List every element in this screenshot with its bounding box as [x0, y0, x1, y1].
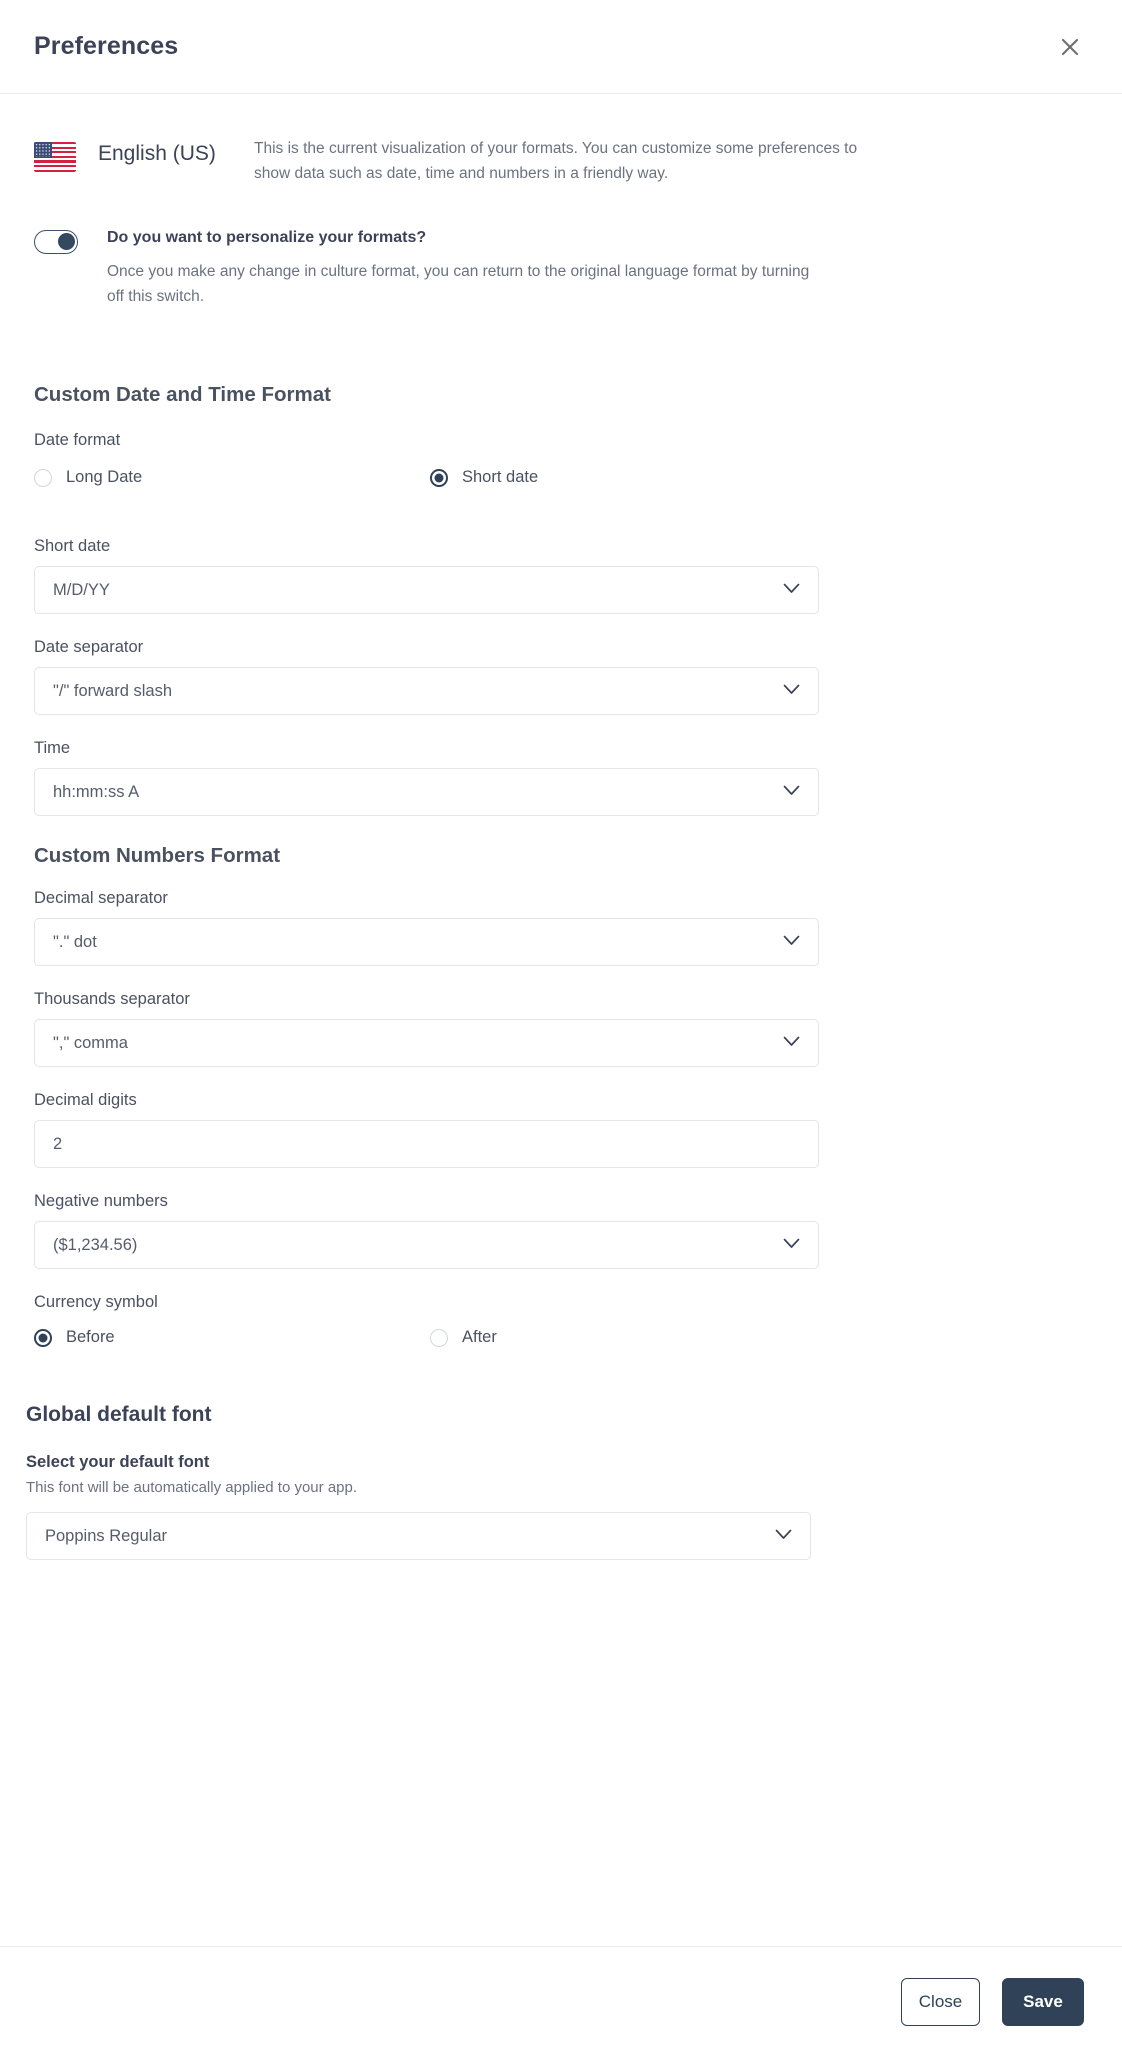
radio-label: Short date: [462, 468, 539, 486]
chevron-down-icon: [783, 682, 800, 700]
default-font-value: Poppins Regular: [45, 1526, 167, 1545]
page-title: Preferences: [34, 32, 179, 60]
chevron-down-icon: [775, 1527, 792, 1545]
label-select-default-font: Select your default font: [26, 1453, 210, 1471]
personalize-formats-toggle[interactable]: [34, 230, 78, 254]
time-select[interactable]: hh:mm:ss A: [34, 768, 819, 816]
date-separator-value: "/" forward slash: [53, 681, 173, 700]
currency-symbol-radio-group: Before After: [34, 1328, 1082, 1347]
radio-dot-icon: [34, 468, 52, 487]
radio-long-date[interactable]: Long Date: [34, 468, 430, 487]
chevron-down-icon: [783, 783, 800, 801]
language-description: This is the current visualization of you…: [254, 140, 858, 182]
decimal-separator-select[interactable]: "." dot: [34, 918, 819, 966]
radio-dot-icon: [430, 1328, 448, 1347]
thousands-separator-value: "," comma: [53, 1033, 128, 1052]
radio-label: Long Date: [66, 468, 143, 486]
date-separator-select[interactable]: "/" forward slash: [34, 667, 819, 715]
radio-label: After: [462, 1328, 497, 1346]
label-decimal-digits: Decimal digits: [34, 1091, 137, 1109]
personalize-row: Do you want to personalize your formats?…: [34, 228, 1082, 309]
radio-currency-before[interactable]: Before: [34, 1328, 430, 1347]
label-time: Time: [34, 739, 71, 757]
chevron-down-icon: [783, 933, 800, 951]
short-date-select[interactable]: M/D/YY: [34, 566, 819, 614]
negative-numbers-value: ($1,234.56): [53, 1235, 138, 1254]
radio-dot-icon: [430, 468, 448, 487]
label-short-date: Short date: [34, 537, 111, 555]
section-title-global-font: Global default font: [26, 1403, 212, 1426]
modal-footer: Close Save: [0, 1946, 1122, 2057]
preferences-body: English (US) This is the current visuali…: [0, 94, 1122, 1946]
decimal-digits-input[interactable]: 2: [34, 1120, 819, 1168]
default-font-description: This font will be automatically applied …: [26, 1479, 358, 1496]
default-font-select[interactable]: Poppins Regular: [26, 1512, 811, 1560]
radio-currency-after[interactable]: After: [430, 1328, 826, 1347]
short-date-value: M/D/YY: [53, 580, 110, 599]
radio-dot-icon: [34, 1328, 52, 1347]
personalize-toggle-label: Do you want to personalize your formats?: [107, 229, 427, 246]
label-negative-numbers: Negative numbers: [34, 1192, 168, 1210]
thousands-separator-select[interactable]: "," comma: [34, 1019, 819, 1067]
personalize-toggle-sublabel: Once you make any change in culture form…: [107, 263, 810, 305]
save-button[interactable]: Save: [1002, 1978, 1084, 2026]
chevron-down-icon: [783, 1034, 800, 1052]
language-name: English (US): [98, 142, 216, 165]
close-icon: [1059, 36, 1081, 58]
label-thousands-separator: Thousands separator: [34, 990, 190, 1008]
language-row: English (US) This is the current visuali…: [34, 94, 1082, 186]
close-button-footer[interactable]: Close: [901, 1978, 980, 2026]
chevron-down-icon: [783, 581, 800, 599]
modal-header: Preferences: [0, 0, 1122, 94]
date-format-radio-group: Long Date Short date: [34, 468, 1082, 487]
radio-short-date[interactable]: Short date: [430, 468, 826, 487]
chevron-down-icon: [783, 1236, 800, 1254]
radio-label: Before: [66, 1328, 115, 1346]
label-currency-symbol: Currency symbol: [34, 1293, 158, 1311]
us-flag-icon: [34, 142, 76, 172]
decimal-digits-value: 2: [53, 1134, 63, 1153]
section-title-date-time: Custom Date and Time Format: [34, 383, 331, 406]
label-date-separator: Date separator: [34, 638, 144, 656]
label-date-format: Date format: [34, 431, 121, 449]
decimal-separator-value: "." dot: [53, 932, 97, 951]
close-button[interactable]: [1050, 27, 1090, 67]
negative-numbers-select[interactable]: ($1,234.56): [34, 1221, 819, 1269]
toggle-knob: [58, 233, 75, 250]
label-decimal-separator: Decimal separator: [34, 889, 168, 907]
time-value: hh:mm:ss A: [53, 782, 140, 801]
section-title-numbers: Custom Numbers Format: [34, 844, 281, 867]
